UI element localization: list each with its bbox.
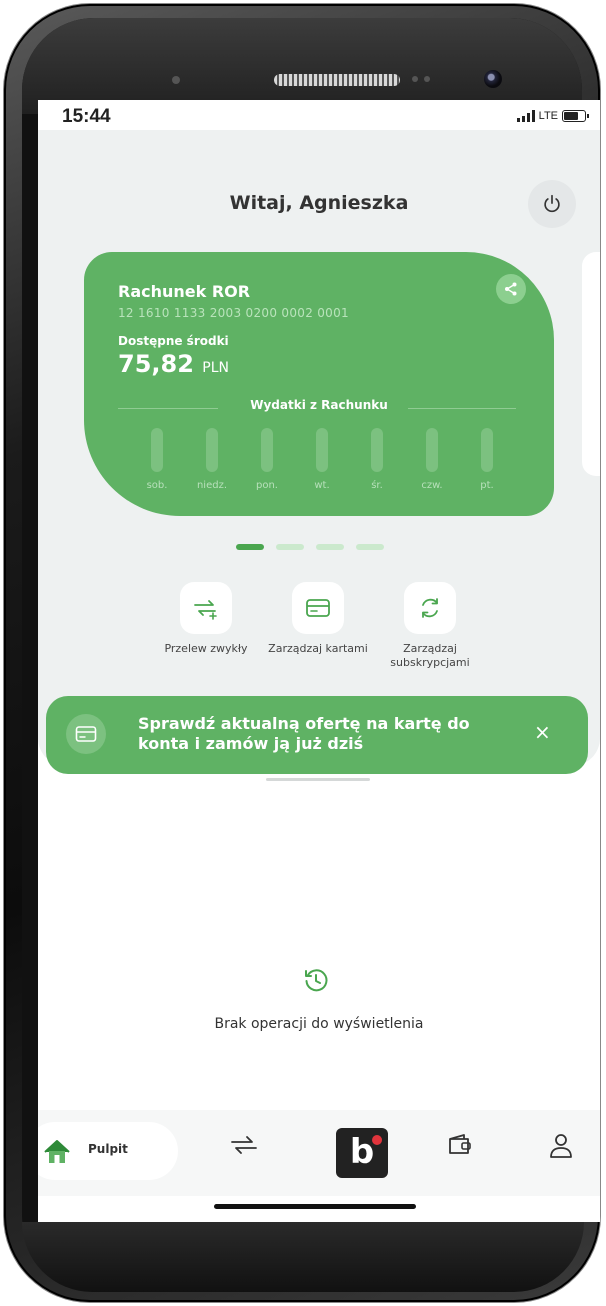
front-sensor [172,76,180,84]
carousel-dot-active[interactable] [236,544,264,550]
carousel-dot[interactable] [316,544,344,550]
status-indicators: LTE [516,110,589,122]
spending-day: wt. [297,428,347,504]
status-time: 15:44 [62,106,111,127]
quick-action-label: Przelew zwykły [164,642,248,655]
spending-day: śr. [352,428,402,504]
spending-bar [261,428,273,472]
account-name: Rachunek ROR [118,282,251,301]
quick-action-subscriptions[interactable]: Zarządzaj subskrypcjami [374,582,486,670]
day-label: niedz. [196,480,228,491]
phone-bottom-bezel [22,1222,584,1292]
spending-bar [426,428,438,472]
account-card[interactable]: Rachunek ROR 12 1610 1133 2003 0200 0002… [84,252,554,516]
spending-day: niedz. [187,428,237,504]
greeting-title: Witaj, Agnieszka [229,192,409,214]
spending-bar [206,428,218,472]
balance-amount: 75,82 [118,350,194,378]
transfer-icon [231,1136,257,1154]
spending-bar [151,428,163,472]
share-icon [505,282,517,296]
banner-text: Sprawdź aktualną ofertę na kartę do kont… [138,714,470,753]
quick-action-label: Zarządzaj subskrypcjami [390,642,470,669]
signal-icon [516,110,535,122]
day-label: pt. [480,480,494,491]
nav-item-label: Pulpit [88,1142,128,1156]
history-icon [305,969,328,992]
home-indicator[interactable] [214,1204,416,1209]
earpiece-speaker [274,74,400,86]
share-button[interactable] [496,274,526,304]
carousel-indicator [236,544,384,550]
spending-chart: sob. niedz. pon. wt. śr. czw. pt. [132,428,512,504]
carousel-dot[interactable] [356,544,384,550]
quick-actions: Przelew zwykły Zarządzaj kartami Zarządz… [150,582,486,670]
quick-action-icon-box [292,582,344,634]
nav-item-blik[interactable]: b [336,1128,388,1178]
quick-action-transfer[interactable]: Przelew zwykły [150,582,262,670]
day-label: pon. [256,480,278,491]
spending-day: czw. [407,428,457,504]
day-label: śr. [371,480,383,491]
logout-button[interactable] [528,180,576,228]
balance-currency: PLN [202,360,229,376]
nav-item-transfers[interactable] [228,1132,260,1162]
card-offer-banner[interactable]: Sprawdź aktualną ofertę na kartę do kont… [46,696,588,774]
spending-title: Wydatki z Rachunku [250,398,388,412]
network-type: LTE [538,110,558,122]
day-label: wt. [314,480,330,491]
quick-action-icon-box [404,582,456,634]
spending-bar [481,428,493,472]
front-camera [484,70,502,88]
spending-bar [316,428,328,472]
next-account-card-peek[interactable] [582,252,600,476]
wallet-icon [449,1134,471,1154]
dashboard-panel: Witaj, Agnieszka Rachunek ROR 12 1610 11… [38,130,600,774]
power-icon [544,194,560,213]
transfer-icon [194,600,217,620]
quick-action-label: Zarządzaj kartami [268,642,368,655]
card-icon [306,599,330,617]
profile-icon [550,1134,572,1158]
banner-icon-circle [66,714,106,754]
empty-history-text: Brak operacji do wyświetlenia [214,1016,424,1032]
app-screen: 15:44 LTE Witaj, Agnieszka Rachunek ROR … [38,100,600,1222]
divider [408,408,516,409]
carousel-dot[interactable] [276,544,304,550]
blik-dot [372,1135,382,1145]
account-balance: 75,82 PLN [118,350,229,378]
refresh-icon [422,598,438,618]
day-label: sob. [146,480,168,491]
proximity-sensor [412,76,418,82]
card-icon [75,726,97,742]
nav-item-pulpit[interactable]: Pulpit [38,1122,178,1180]
account-number: 12 1610 1133 2003 0200 0002 0001 [118,306,349,320]
blik-icon: b [349,1132,375,1172]
spending-bar [371,428,383,472]
nav-item-profile[interactable] [548,1132,574,1164]
quick-action-cards[interactable]: Zarządzaj kartami [262,582,374,670]
home-icon [44,1140,70,1163]
spending-day: sob. [132,428,182,504]
spending-day: pon. [242,428,292,504]
proximity-sensor [424,76,430,82]
available-funds-label: Dostępne środki [118,334,229,348]
quick-action-icon-box [180,582,232,634]
bottom-sheet-handle[interactable] [266,778,370,781]
day-label: czw. [421,480,443,491]
spending-day: pt. [462,428,512,504]
nav-item-wallet[interactable] [446,1132,474,1162]
close-icon[interactable]: × [534,722,551,742]
bottom-navigation: Pulpit b [38,1110,600,1196]
battery-icon [562,110,589,122]
